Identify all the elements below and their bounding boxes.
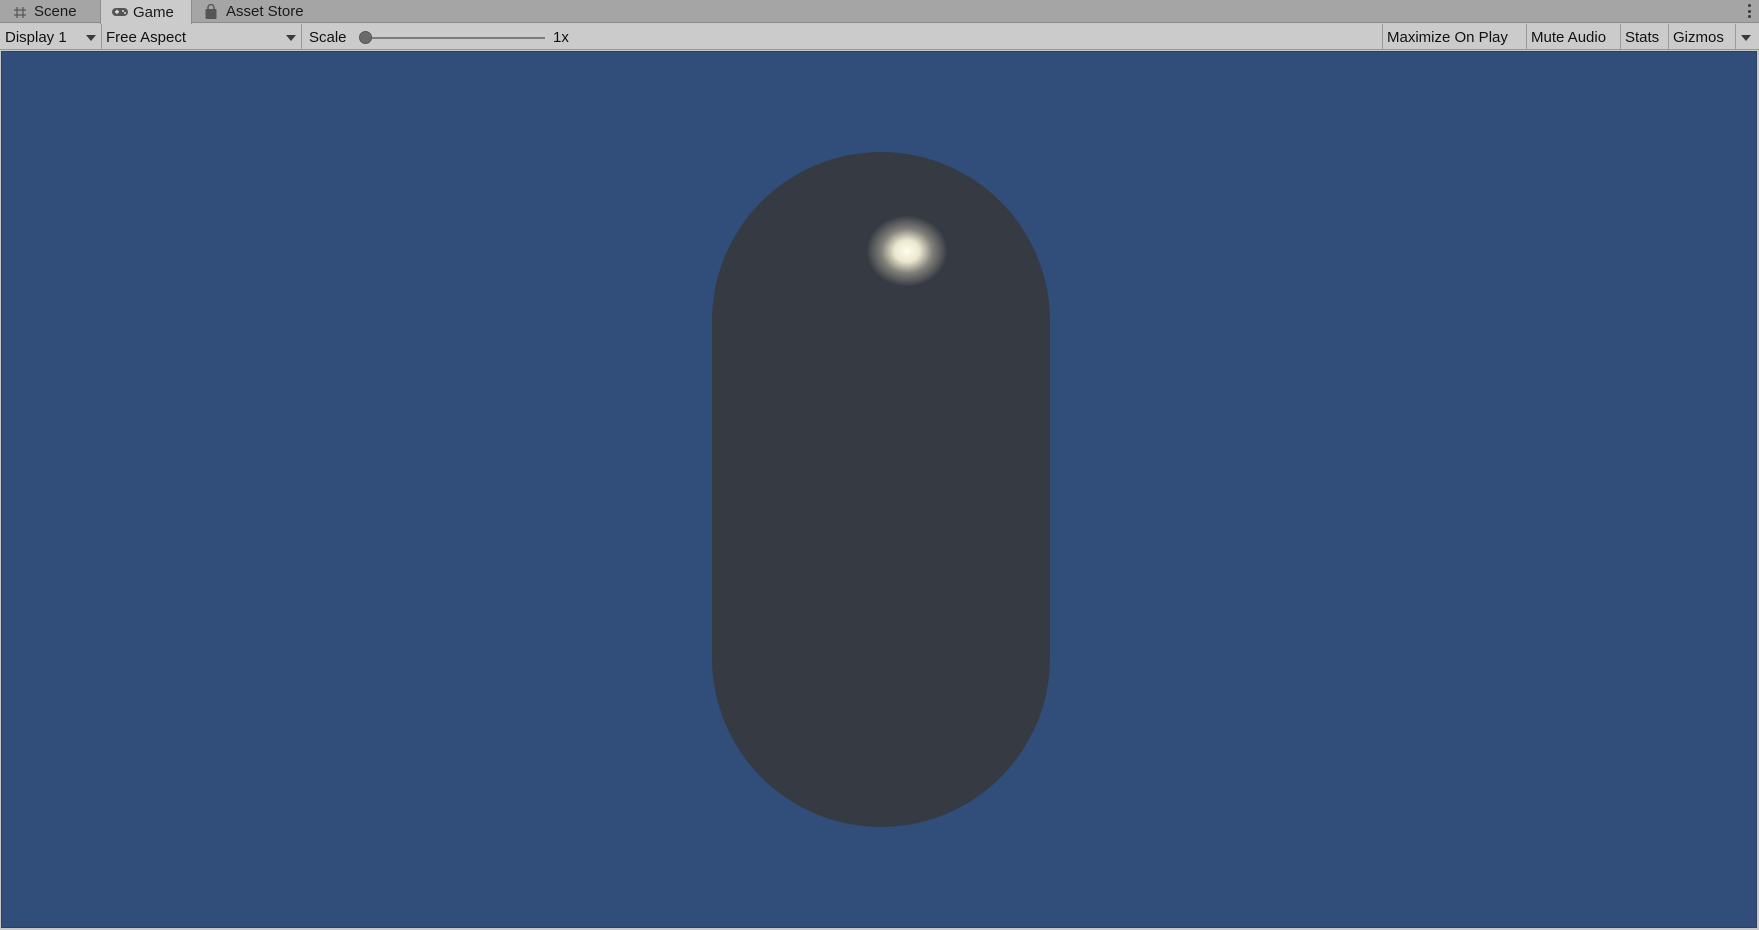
game-toolbar: Display 1 Free Aspect Scale 1x Maximize …	[0, 24, 1759, 50]
scale-label: Scale	[309, 28, 347, 46]
mute-audio-button[interactable]: Mute Audio	[1526, 24, 1611, 50]
toolbar-divider	[301, 24, 302, 50]
aspect-dropdown-value: Free Aspect	[106, 28, 187, 46]
tab-game-label: Game	[133, 3, 174, 21]
grid-icon	[12, 4, 28, 20]
chevron-down-icon	[286, 35, 296, 41]
gizmos-dropdown-icon[interactable]	[1741, 35, 1751, 41]
tab-asset-store[interactable]: Asset Store	[194, 0, 314, 23]
aspect-dropdown[interactable]: Free Aspect	[101, 24, 301, 50]
chevron-down-icon	[86, 35, 96, 41]
tab-scene-label: Scene	[34, 3, 77, 20]
game-view-window: Scene Game Asset Store Display 1 Free As…	[0, 0, 1759, 930]
specular-highlight	[867, 216, 947, 286]
scale-slider-thumb[interactable]	[359, 31, 372, 44]
tab-game[interactable]: Game	[100, 0, 192, 24]
tab-bar: Scene Game Asset Store	[0, 0, 1759, 24]
more-options-icon[interactable]	[1745, 3, 1753, 19]
tab-asset-store-label: Asset Store	[226, 3, 304, 20]
stats-button[interactable]: Stats	[1620, 24, 1664, 50]
capsule-object	[712, 152, 1050, 827]
display-dropdown[interactable]: Display 1	[0, 24, 101, 50]
game-viewport[interactable]	[1, 51, 1757, 928]
tab-scene[interactable]: Scene	[2, 0, 87, 23]
display-dropdown-value: Display 1	[5, 28, 67, 46]
scale-value: 1x	[553, 28, 569, 46]
gamepad-icon	[111, 4, 128, 20]
toolbar-divider	[1735, 24, 1736, 50]
shopping-bag-icon	[204, 3, 220, 20]
maximize-on-play-button[interactable]: Maximize On Play	[1382, 24, 1513, 50]
gizmos-button[interactable]: Gizmos	[1668, 24, 1729, 50]
scale-slider-track[interactable]	[365, 37, 545, 39]
